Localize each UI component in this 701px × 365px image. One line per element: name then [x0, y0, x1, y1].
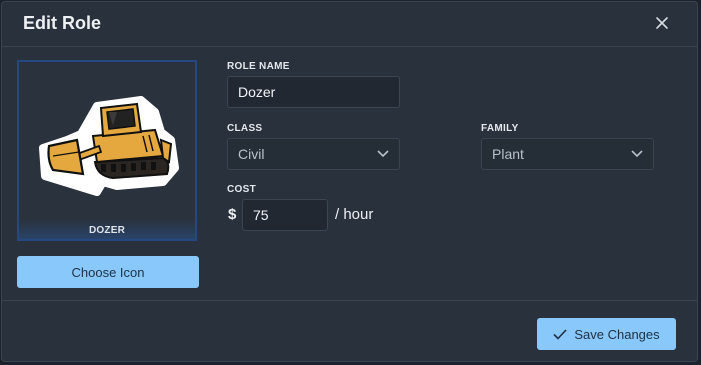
chevron-down-icon: [377, 150, 389, 158]
class-select[interactable]: Civil: [227, 138, 400, 170]
role-name-input[interactable]: Dozer: [227, 76, 400, 108]
dialog-header: Edit Role: [2, 2, 697, 47]
family-select[interactable]: Plant: [481, 138, 654, 170]
close-button[interactable]: [653, 14, 671, 32]
role-name-label: ROLE NAME: [227, 61, 290, 72]
footer-divider: [2, 300, 697, 301]
save-changes-button[interactable]: Save Changes: [537, 318, 676, 350]
choose-icon-button[interactable]: Choose Icon: [17, 256, 199, 288]
close-icon: [656, 17, 668, 29]
family-label: FAMILY: [481, 123, 519, 134]
cost-label: COST: [227, 184, 256, 195]
family-select-value: Plant: [492, 146, 524, 162]
cost-input[interactable]: 75: [242, 199, 328, 231]
checkmark-icon: [553, 328, 567, 340]
dialog-title: Edit Role: [23, 13, 102, 33]
bulldozer-icon: [39, 96, 179, 196]
save-changes-label: Save Changes: [574, 326, 660, 342]
icon-preview: DOZER: [17, 60, 197, 241]
chevron-down-icon: [631, 150, 643, 158]
class-label: CLASS: [227, 123, 263, 134]
edit-role-dialog: Edit Role DOZER Choose Icon ROLE NAME Do…: [1, 1, 698, 362]
currency-symbol: $: [228, 206, 237, 223]
icon-caption: DOZER: [89, 225, 125, 236]
class-select-value: Civil: [238, 146, 265, 162]
cost-unit: / hour: [335, 206, 374, 223]
